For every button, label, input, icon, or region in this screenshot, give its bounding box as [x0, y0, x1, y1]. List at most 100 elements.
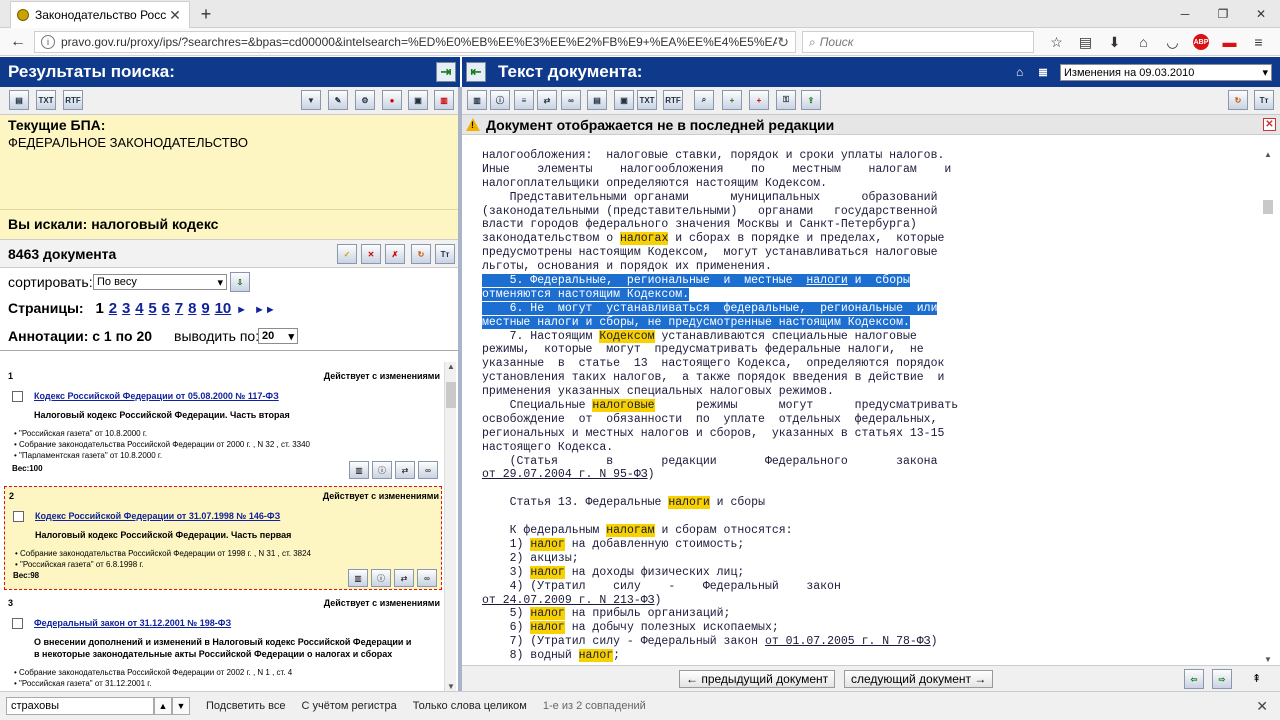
browser-search-input[interactable]: ⌕ Поиск: [802, 31, 1034, 53]
home-icon[interactable]: ⌂: [1016, 65, 1023, 79]
find-next-icon[interactable]: ▼: [172, 697, 190, 715]
browser-tab[interactable]: Законодательство Росси... ✕: [10, 1, 190, 28]
per-page-select[interactable]: 20 ▾: [258, 328, 298, 344]
url-bar[interactable]: i pravo.gov.ru/proxy/ips/?searchres=&bpa…: [34, 31, 796, 53]
prev-document-button[interactable]: ← предыдущий документ: [679, 670, 836, 688]
result-checkbox[interactable]: [12, 618, 23, 629]
info-icon[interactable]: ⓘ: [372, 461, 392, 479]
download-icon[interactable]: ⬇: [1100, 31, 1129, 53]
page-link[interactable]: 6: [162, 300, 170, 317]
next-document-button[interactable]: следующий документ →: [844, 670, 994, 688]
reader-icon[interactable]: ▤: [1071, 31, 1100, 53]
lock-icon[interactable]: ⚿: [776, 90, 796, 110]
invert-selection-icon[interactable]: ✗: [385, 244, 405, 264]
doc-info-icon[interactable]: ⓘ: [490, 90, 510, 110]
doc-compare-icon[interactable]: ⇄: [537, 90, 557, 110]
restore-icon[interactable]: ❐: [1204, 0, 1242, 28]
reload-icon[interactable]: ↻: [777, 34, 789, 51]
refresh-icon[interactable]: ↻: [1228, 90, 1248, 110]
stop-icon[interactable]: ●: [382, 90, 402, 110]
copy-icon[interactable]: ▥: [349, 461, 369, 479]
info-icon[interactable]: ⓘ: [371, 569, 391, 587]
save-rtf-icon[interactable]: RTF: [63, 90, 83, 110]
settings-icon[interactable]: ⚙: [355, 90, 375, 110]
copy-icon[interactable]: ▥: [348, 569, 368, 587]
add-bookmark-icon[interactable]: +: [722, 90, 742, 110]
page-link[interactable]: 1: [95, 300, 103, 317]
export-icon[interactable]: ⇪: [801, 90, 821, 110]
result-checkbox[interactable]: [12, 391, 23, 402]
minimize-icon[interactable]: ─: [1166, 0, 1204, 28]
law-link[interactable]: от 29.07.2004 г. N 95-ФЗ: [482, 468, 648, 481]
refresh-icon[interactable]: ↻: [411, 244, 431, 264]
next-hit-icon[interactable]: ⇨: [1212, 669, 1232, 689]
sort-apply-icon[interactable]: ⇩: [230, 272, 250, 292]
doc-link-icon[interactable]: ∞: [561, 90, 581, 110]
font-size-icon[interactable]: Tт: [435, 244, 455, 264]
close-warning-icon[interactable]: ✕: [1263, 118, 1276, 131]
result-checkbox[interactable]: [13, 511, 24, 522]
sort-select[interactable]: По весу ▾: [93, 274, 227, 290]
scroll-up-icon[interactable]: ▲: [1262, 150, 1274, 159]
find-input[interactable]: страховы: [6, 697, 154, 715]
collapse-left-icon[interactable]: ⇤: [466, 62, 486, 82]
doc-icon[interactable]: ▥: [434, 90, 454, 110]
scroll-thumb[interactable]: [1263, 200, 1273, 214]
edit-icon[interactable]: ✎: [328, 90, 348, 110]
result-title-link[interactable]: Кодекс Российской Федерации от 05.08.200…: [34, 391, 279, 401]
match-case-toggle[interactable]: С учётом регистра: [302, 700, 397, 712]
find-prev-icon[interactable]: ▲: [154, 697, 172, 715]
scroll-down-icon[interactable]: ▼: [1262, 655, 1274, 664]
save-rtf-icon[interactable]: RTF: [663, 90, 683, 110]
highlight-all-toggle[interactable]: Подсветить все: [206, 700, 286, 712]
save-txt-icon[interactable]: TXT: [637, 90, 657, 110]
window-icon[interactable]: ▣: [408, 90, 428, 110]
page-link[interactable]: 7: [175, 300, 183, 317]
print-preview-icon[interactable]: ▣: [614, 90, 634, 110]
back-arrow-icon[interactable]: ←: [6, 30, 30, 54]
print-icon[interactable]: ▤: [9, 90, 29, 110]
compare-icon[interactable]: ⇄: [394, 569, 414, 587]
filter-icon[interactable]: ▼: [301, 90, 321, 110]
font-size-icon[interactable]: Tт: [1254, 90, 1274, 110]
result-title-link[interactable]: Кодекс Российской Федерации от 31.07.199…: [35, 511, 280, 521]
check-all-icon[interactable]: ✓: [337, 244, 357, 264]
page-link[interactable]: 5: [148, 300, 156, 317]
scroll-top-icon[interactable]: ⇞: [1252, 672, 1261, 685]
page-link[interactable]: 2: [109, 300, 117, 317]
bookmark-star-icon[interactable]: ☆: [1042, 31, 1071, 53]
info-icon[interactable]: i: [41, 35, 55, 49]
home-icon[interactable]: ⌂: [1129, 31, 1158, 53]
link-icon[interactable]: ∞: [418, 461, 438, 479]
find-icon[interactable]: ⌕: [694, 90, 714, 110]
page-link[interactable]: 4: [135, 300, 143, 317]
contents-icon[interactable]: ≣: [1038, 65, 1048, 79]
results-scrollbar[interactable]: ▲ ▼: [444, 362, 456, 691]
link-icon[interactable]: ∞: [417, 569, 437, 587]
uncheck-icon[interactable]: ✕: [361, 244, 381, 264]
prev-hit-icon[interactable]: ⇦: [1184, 669, 1204, 689]
page-link[interactable]: 3: [122, 300, 130, 317]
whole-words-toggle[interactable]: Только слова целиком: [413, 700, 527, 712]
close-window-icon[interactable]: ✕: [1242, 0, 1280, 28]
result-title-link[interactable]: Федеральный закон от 31.12.2001 № 198-ФЗ: [34, 618, 231, 628]
next-page-icon[interactable]: ►: [236, 304, 247, 316]
doc-card-icon[interactable]: ▥: [467, 90, 487, 110]
last-page-icon[interactable]: ►►: [254, 304, 276, 316]
new-tab-button[interactable]: +: [196, 4, 216, 25]
doc-list-icon[interactable]: ≡: [514, 90, 534, 110]
expand-right-icon[interactable]: ⇥: [436, 62, 456, 82]
scroll-up-icon[interactable]: ▲: [445, 362, 457, 371]
scroll-down-icon[interactable]: ▼: [445, 682, 457, 691]
edition-select[interactable]: Изменения на 09.03.2010 ▾: [1060, 64, 1272, 81]
pocket-icon[interactable]: ◡: [1158, 31, 1187, 53]
compare-icon[interactable]: ⇄: [395, 461, 415, 479]
scroll-thumb[interactable]: [446, 382, 456, 408]
print-icon[interactable]: ▤: [587, 90, 607, 110]
adblock-icon[interactable]: ABP: [1193, 34, 1209, 50]
page-link[interactable]: 9: [201, 300, 209, 317]
document-scrollbar[interactable]: ▲ ▼: [1262, 150, 1274, 664]
close-findbar-icon[interactable]: ✕: [1256, 698, 1268, 715]
law-link[interactable]: от 01.07.2005 г. N 78-ФЗ: [765, 635, 931, 648]
law-link[interactable]: от 24.07.2009 г. N 213-ФЗ: [482, 594, 655, 607]
